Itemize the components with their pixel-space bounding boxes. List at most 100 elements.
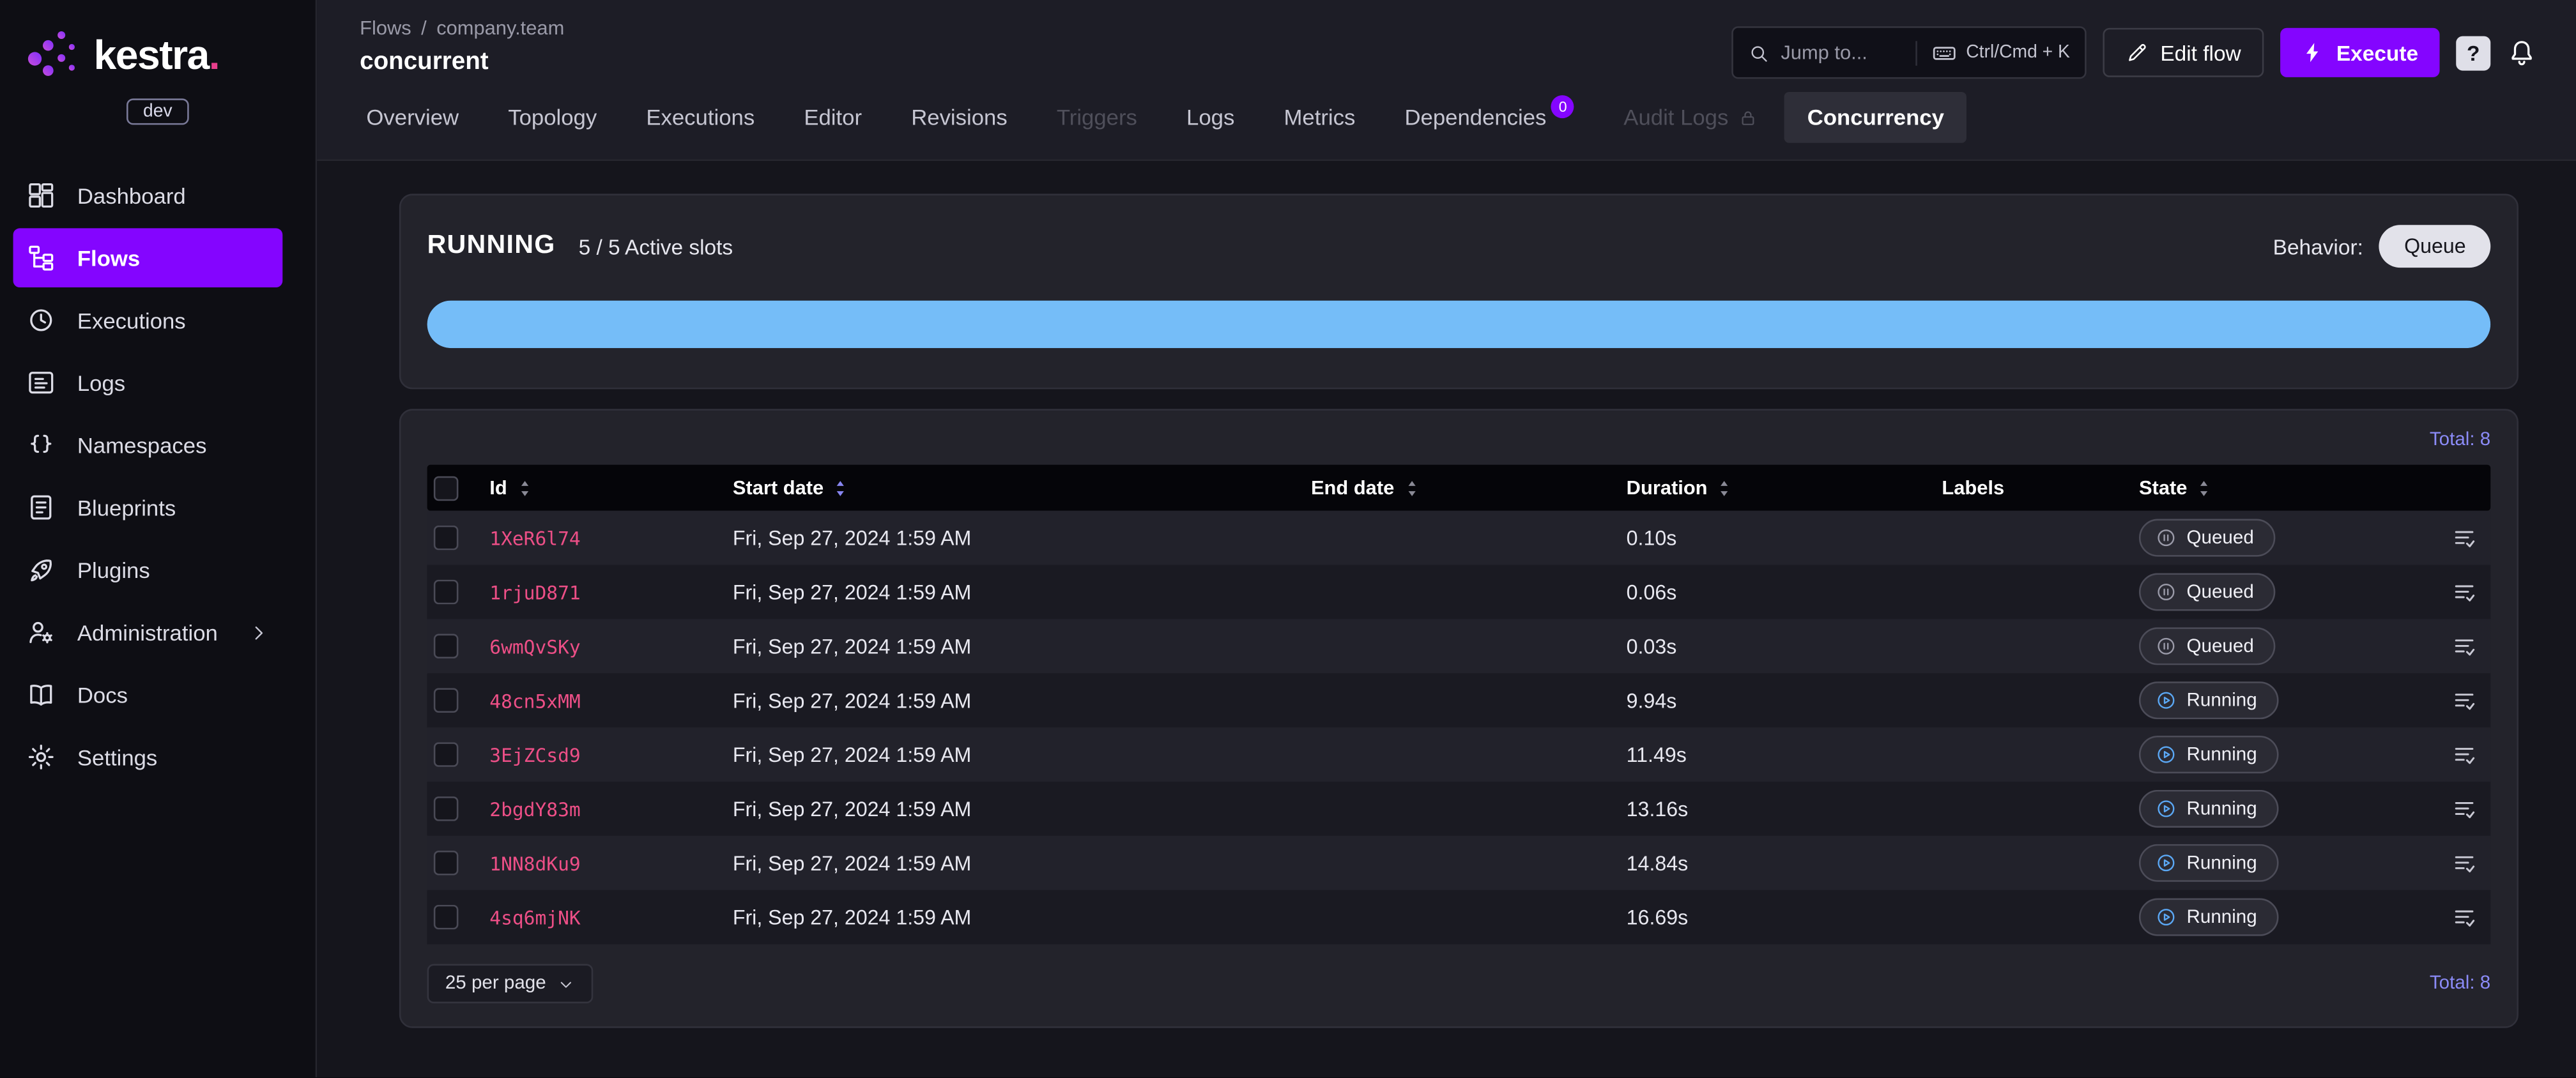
state-badge: Queued <box>2138 573 2276 611</box>
pencil-icon <box>2126 41 2149 64</box>
sidebar-item-logs[interactable]: Logs <box>13 353 283 413</box>
sidebar-item-namespaces[interactable]: Namespaces <box>13 416 283 475</box>
tab-topology[interactable]: Topology <box>485 92 620 143</box>
column-labels: Labels <box>1942 476 2005 499</box>
flow-tabs: Overview Topology Executions Editor Revi… <box>317 82 2576 160</box>
row-checkbox[interactable] <box>433 579 459 605</box>
execution-id-link[interactable]: 2bgdY83m <box>489 797 580 820</box>
sidebar-item-executions[interactable]: Executions <box>13 291 283 350</box>
logs-icon <box>26 368 56 397</box>
table-row[interactable]: 48cn5xMM Fri, Sep 27, 2024 1:59 AM 9.94s… <box>427 673 2491 728</box>
sort-icon <box>514 477 535 498</box>
tab-concurrency[interactable]: Concurrency <box>1784 91 1967 143</box>
tab-overview[interactable]: Overview <box>343 92 482 143</box>
row-overview-icon[interactable] <box>2451 796 2478 822</box>
tab-executions[interactable]: Executions <box>623 92 778 143</box>
column-state[interactable]: State <box>2133 476 2425 499</box>
breadcrumb-namespace[interactable]: company.team <box>436 17 564 40</box>
table-row[interactable]: 3EjZCsd9 Fri, Sep 27, 2024 1:59 AM 11.49… <box>427 727 2491 782</box>
execution-id-link[interactable]: 1rjuD871 <box>489 581 580 604</box>
sidebar-item-dashboard[interactable]: Dashboard <box>13 166 283 225</box>
duration-cell: 0.10s <box>1626 526 1677 550</box>
behavior-value-pill[interactable]: Queue <box>2379 225 2491 268</box>
help-button[interactable]: ? <box>2456 35 2491 70</box>
row-overview-icon[interactable] <box>2451 579 2478 605</box>
tab-label: Dependencies <box>1404 105 1547 130</box>
keyboard-icon <box>1931 40 1956 65</box>
execution-id-link[interactable]: 6wmQvSKy <box>489 635 580 658</box>
tab-label: Logs <box>1186 105 1235 130</box>
column-duration[interactable]: Duration <box>1620 476 1935 499</box>
row-checkbox[interactable] <box>433 742 459 767</box>
column-id[interactable]: Id <box>483 476 726 499</box>
search-placeholder: Jump to... <box>1781 41 1867 65</box>
breadcrumb-flows[interactable]: Flows <box>360 17 411 40</box>
tab-triggers[interactable]: Triggers <box>1034 92 1160 143</box>
execute-button[interactable]: Execute <box>2280 27 2440 77</box>
duration-cell: 14.84s <box>1626 851 1689 875</box>
executions-icon <box>26 305 56 335</box>
row-overview-icon[interactable] <box>2451 633 2478 659</box>
row-overview-icon[interactable] <box>2451 850 2478 876</box>
notifications-bell-icon[interactable] <box>2507 38 2536 67</box>
table-row[interactable]: 4sq6mjNK Fri, Sep 27, 2024 1:59 AM 16.69… <box>427 890 2491 945</box>
row-checkbox[interactable] <box>433 634 459 659</box>
row-checkbox[interactable] <box>433 850 459 876</box>
table-row[interactable]: 1rjuD871 Fri, Sep 27, 2024 1:59 AM 0.06s… <box>427 565 2491 619</box>
chevron-down-icon <box>558 975 576 992</box>
state-icon <box>2156 527 2177 548</box>
start-date-cell: Fri, Sep 27, 2024 1:59 AM <box>732 688 972 712</box>
row-checkbox[interactable] <box>433 796 459 821</box>
tab-dependencies[interactable]: Dependencies 0 <box>1381 92 1597 143</box>
dashboard-icon <box>26 181 56 210</box>
settings-icon <box>26 742 56 771</box>
tab-audit-logs[interactable]: Audit Logs <box>1600 92 1781 143</box>
content: RUNNING 5 / 5 Active slots Behavior: Que… <box>317 161 2576 1077</box>
slots-progress-track <box>427 300 2491 349</box>
execution-id-link[interactable]: 4sq6mjNK <box>489 906 580 929</box>
table-row[interactable]: 6wmQvSKy Fri, Sep 27, 2024 1:59 AM 0.03s… <box>427 619 2491 674</box>
state-badge: Running <box>2138 735 2279 774</box>
column-end-date[interactable]: End date <box>1305 476 1620 499</box>
execution-id-link[interactable]: 3EjZCsd9 <box>489 743 580 766</box>
row-overview-icon[interactable] <box>2451 525 2478 551</box>
concurrency-card: RUNNING 5 / 5 Active slots Behavior: Que… <box>399 194 2518 390</box>
table-row[interactable]: 2bgdY83m Fri, Sep 27, 2024 1:59 AM 13.16… <box>427 781 2491 836</box>
jump-to-search[interactable]: Jump to... Ctrl/Cmd + K <box>1731 26 2087 79</box>
table-body: 1XeR6l74 Fri, Sep 27, 2024 1:59 AM 0.10s… <box>427 510 2491 945</box>
sidebar-item-docs[interactable]: Docs <box>13 665 283 724</box>
tab-label: Topology <box>508 105 597 130</box>
tab-editor[interactable]: Editor <box>781 92 885 143</box>
tab-revisions[interactable]: Revisions <box>888 92 1031 143</box>
row-checkbox[interactable] <box>433 904 459 930</box>
column-start-date[interactable]: Start date <box>726 476 1305 499</box>
table-row[interactable]: 1XeR6l74 Fri, Sep 27, 2024 1:59 AM 0.10s… <box>427 510 2491 565</box>
row-overview-icon[interactable] <box>2451 904 2478 930</box>
execution-id-link[interactable]: 1XeR6l74 <box>489 526 580 549</box>
sidebar-item-administration[interactable]: Administration <box>13 603 283 662</box>
sidebar-item-label: Docs <box>77 682 128 707</box>
row-checkbox[interactable] <box>433 525 459 550</box>
tab-metrics[interactable]: Metrics <box>1261 92 1378 143</box>
execution-id-link[interactable]: 1NN8dKu9 <box>489 851 580 874</box>
edit-flow-button[interactable]: Edit flow <box>2103 27 2264 77</box>
state-badge: Running <box>2138 844 2279 882</box>
sidebar-item-blueprints[interactable]: Blueprints <box>13 478 283 537</box>
row-overview-icon[interactable] <box>2451 687 2478 713</box>
duration-cell: 9.94s <box>1626 688 1677 712</box>
tab-logs[interactable]: Logs <box>1163 92 1257 143</box>
sidebar-item-plugins[interactable]: Plugins <box>13 540 283 600</box>
topbar-left: Flows / company.team concurrent <box>360 17 564 76</box>
execution-id-link[interactable]: 48cn5xMM <box>489 689 580 712</box>
row-overview-icon[interactable] <box>2451 741 2478 768</box>
sort-icon-active <box>830 477 851 498</box>
sidebar-nav: Dashboard Flows Executions Logs Namespac… <box>0 164 316 788</box>
row-checkbox[interactable] <box>433 688 459 713</box>
per-page-select[interactable]: 25 per page <box>427 964 594 1004</box>
sidebar-item-settings[interactable]: Settings <box>13 727 283 787</box>
tab-label: Audit Logs <box>1623 105 1729 130</box>
table-row[interactable]: 1NN8dKu9 Fri, Sep 27, 2024 1:59 AM 14.84… <box>427 835 2491 890</box>
select-all-checkbox[interactable] <box>433 475 459 500</box>
sidebar-item-flows[interactable]: Flows <box>13 228 283 287</box>
tab-badge: 0 <box>1551 94 1575 118</box>
